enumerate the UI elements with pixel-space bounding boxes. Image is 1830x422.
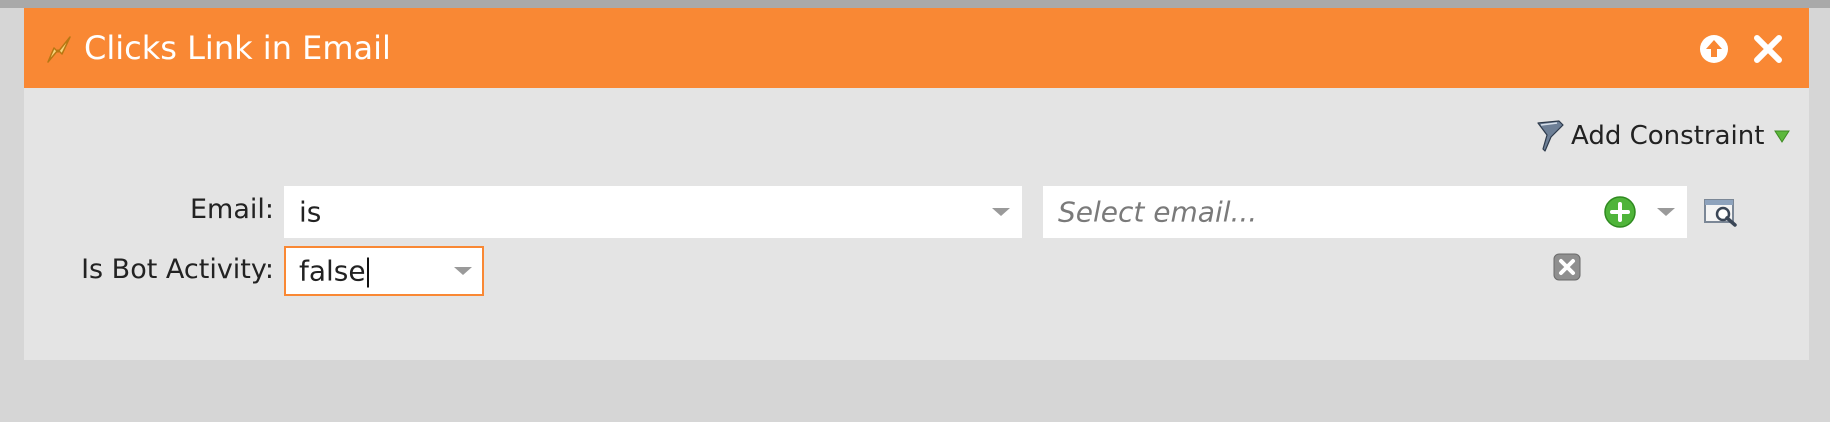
filter-panel: Clicks Link in Email Add Constraint Emai…: [24, 8, 1809, 360]
add-constraint-dropdown-icon[interactable]: [1774, 129, 1791, 143]
filter-title: Clicks Link in Email: [84, 29, 391, 67]
window-top-strip: [0, 0, 1830, 8]
email-value-select[interactable]: Select email...: [1043, 186, 1687, 238]
delete-constraint-icon[interactable]: [1552, 252, 1582, 282]
add-constraint-button[interactable]: Add Constraint: [1535, 118, 1791, 154]
email-label: Email:: [189, 194, 274, 225]
bot-activity-select[interactable]: false: [284, 246, 484, 296]
bot-activity-value: false: [299, 255, 369, 288]
dropdown-caret-icon: [992, 208, 1010, 216]
bot-activity-text: false: [299, 254, 366, 288]
preview-email-icon[interactable]: [1703, 196, 1739, 228]
close-icon[interactable]: [1751, 32, 1785, 66]
add-email-icon[interactable]: [1603, 195, 1637, 229]
filter-header: Clicks Link in Email: [24, 8, 1809, 88]
dropdown-caret-icon: [454, 267, 472, 275]
text-cursor: [366, 257, 369, 288]
filter-lightning-icon: [47, 36, 71, 63]
email-operator-select[interactable]: is: [284, 186, 1022, 238]
email-value-placeholder: Select email...: [1058, 195, 1258, 229]
add-constraint-label: Add Constraint: [1571, 121, 1765, 151]
email-operator-value: is: [299, 195, 322, 229]
collapse-up-icon[interactable]: [1697, 32, 1731, 66]
funnel-icon: [1537, 120, 1564, 152]
bot-activity-label: Is Bot Activity:: [81, 254, 274, 285]
dropdown-caret-icon: [1657, 208, 1675, 216]
